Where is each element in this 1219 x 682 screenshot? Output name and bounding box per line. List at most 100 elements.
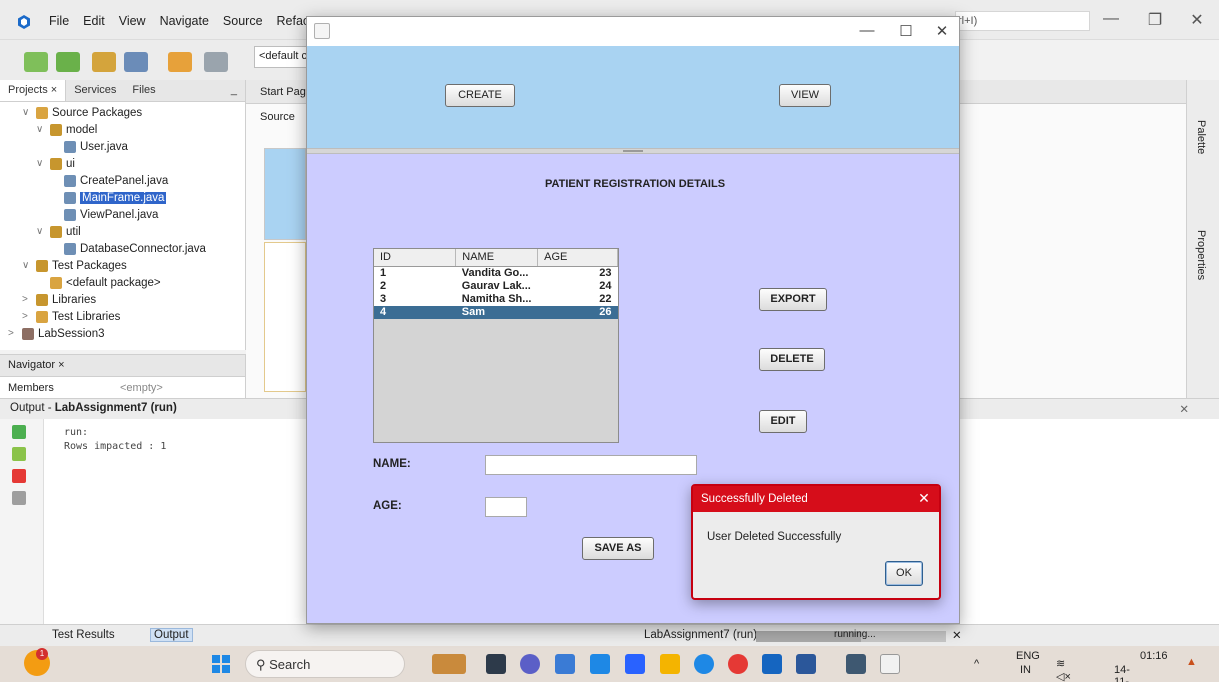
- edge-icon[interactable]: [694, 654, 714, 674]
- tree-item[interactable]: ∨ util: [36, 223, 81, 240]
- name-input[interactable]: [485, 455, 697, 475]
- tree-item[interactable]: ∨ Test Packages: [22, 257, 127, 274]
- tab-services[interactable]: Services: [66, 80, 124, 101]
- language-top[interactable]: ENG: [1016, 650, 1040, 662]
- netbeans-taskbar-icon[interactable]: [762, 654, 782, 674]
- taskbar-widget-icon[interactable]: [432, 654, 466, 674]
- panel-minimize[interactable]: _: [223, 80, 245, 101]
- taskbar-date[interactable]: 14-11-2023: [1114, 664, 1138, 682]
- edit-button[interactable]: EDIT: [759, 410, 807, 433]
- table-column-header[interactable]: AGE: [537, 249, 618, 267]
- ide-minimize-icon[interactable]: —: [1096, 10, 1126, 28]
- menu-source[interactable]: Source: [216, 14, 270, 28]
- tree-chevron-icon[interactable]: >: [22, 311, 32, 322]
- dialog-close-icon[interactable]: ✕: [915, 490, 933, 507]
- tree-item[interactable]: User.java: [50, 138, 128, 155]
- tray-chevron-icon[interactable]: ^: [974, 658, 979, 670]
- status-tab-output[interactable]: Output: [150, 628, 193, 642]
- store-icon[interactable]: [555, 654, 575, 674]
- ide-restore-icon[interactable]: ❐: [1140, 10, 1170, 30]
- tree-chevron-icon[interactable]: ∨: [36, 158, 46, 169]
- java-taskbar-icon[interactable]: [880, 654, 900, 674]
- palette-label[interactable]: Palette: [1195, 120, 1207, 154]
- navigator-title[interactable]: Navigator ×: [0, 355, 245, 377]
- app-l-icon[interactable]: [625, 654, 645, 674]
- new-file-icon[interactable]: [24, 52, 48, 72]
- tree-chevron-icon[interactable]: >: [8, 328, 18, 339]
- navigator-members[interactable]: Members: [8, 382, 54, 394]
- menu-navigate[interactable]: Navigate: [153, 14, 216, 28]
- vscode-icon[interactable]: [846, 654, 866, 674]
- stop-icon[interactable]: [12, 469, 26, 483]
- menu-file[interactable]: File: [42, 14, 76, 28]
- divider-grip[interactable]: [623, 150, 643, 152]
- table-row[interactable]: 3 Namitha Sh... 22: [374, 292, 618, 306]
- table-row[interactable]: 2 Gaurav Lak... 24: [374, 279, 618, 293]
- table-row[interactable]: 4 Sam 26: [374, 305, 618, 319]
- tree-chevron-icon[interactable]: ∨: [36, 124, 46, 135]
- tree-item[interactable]: ∨ ui: [36, 155, 75, 172]
- table-column-header[interactable]: ID: [374, 249, 457, 267]
- tab-start-page[interactable]: Start Pag: [260, 86, 306, 98]
- redo-icon[interactable]: [204, 52, 228, 72]
- word-icon[interactable]: [796, 654, 816, 674]
- undo-icon[interactable]: [168, 52, 192, 72]
- save-all-icon[interactable]: [124, 52, 148, 72]
- save-as-button[interactable]: SAVE AS: [582, 537, 654, 560]
- patient-table-scrollpane[interactable]: ID NAME AGE 1 Vandita Go... 23 2 Gaurav Lak...…: [373, 248, 619, 443]
- tree-item[interactable]: ∨ Source Packages: [22, 104, 142, 121]
- tree-item[interactable]: > LabSession3: [8, 325, 105, 342]
- task-view-icon[interactable]: [486, 654, 506, 674]
- tree-item[interactable]: CreatePanel.java: [50, 172, 168, 189]
- age-input[interactable]: [485, 497, 527, 517]
- notification-bell-icon[interactable]: ▲: [1186, 656, 1197, 668]
- view-button[interactable]: VIEW: [779, 84, 831, 107]
- config-combo[interactable]: <default c: [254, 46, 314, 68]
- create-button[interactable]: CREATE: [445, 84, 515, 107]
- meet-icon[interactable]: [520, 654, 540, 674]
- tree-chevron-icon[interactable]: ∨: [22, 260, 32, 271]
- tree-item[interactable]: MainFrame.java: [50, 189, 167, 206]
- wifi-sound-battery-icon[interactable]: ≋ ◁× ▭: [1056, 657, 1071, 682]
- delete-button[interactable]: DELETE: [759, 348, 825, 371]
- table-row[interactable]: 1 Vandita Go... 23: [374, 266, 618, 280]
- patient-table[interactable]: ID NAME AGE 1 Vandita Go... 23 2 Gaurav Lak...…: [374, 249, 618, 319]
- taskbar-search[interactable]: ⚲ Search: [245, 650, 405, 678]
- taskbar-time[interactable]: 01:16: [1140, 650, 1168, 662]
- dialog-ok-button[interactable]: OK: [885, 561, 923, 586]
- tab-source[interactable]: Source: [260, 111, 295, 123]
- status-tab-test-results[interactable]: Test Results: [52, 629, 115, 641]
- dialog-titlebar[interactable]: Successfully Deleted ✕: [693, 486, 939, 512]
- ide-search-input[interactable]: rl+I): [955, 11, 1090, 31]
- open-project-icon[interactable]: [92, 52, 116, 72]
- navigator-filter[interactable]: <empty>: [120, 382, 163, 394]
- tree-item[interactable]: DatabaseConnector.java: [50, 240, 206, 257]
- output-close-icon[interactable]: ✕: [1179, 402, 1189, 416]
- tree-item[interactable]: ViewPanel.java: [50, 206, 158, 223]
- menu-view[interactable]: View: [112, 14, 153, 28]
- tree-chevron-icon[interactable]: >: [22, 294, 32, 305]
- tree-item[interactable]: <default package>: [36, 274, 161, 291]
- file-explorer-icon[interactable]: [660, 654, 680, 674]
- table-column-header[interactable]: NAME: [455, 249, 539, 267]
- settings-icon[interactable]: [12, 491, 26, 505]
- tree-item[interactable]: > Test Libraries: [22, 308, 120, 325]
- app-maximize-icon[interactable]: ☐: [891, 22, 921, 40]
- language-bottom[interactable]: IN: [1020, 664, 1031, 676]
- windows-start-icon[interactable]: [212, 655, 230, 673]
- tree-item[interactable]: ∨ model: [36, 121, 97, 138]
- properties-label[interactable]: Properties: [1195, 230, 1207, 280]
- status-cancel-icon[interactable]: ✕: [952, 628, 962, 642]
- tree-chevron-icon[interactable]: ∨: [36, 226, 46, 237]
- tab-projects[interactable]: Projects ×: [0, 80, 67, 101]
- tab-files[interactable]: Files: [124, 80, 163, 101]
- ide-close-icon[interactable]: ✕: [1182, 10, 1212, 30]
- app-close-icon[interactable]: ✕: [927, 22, 957, 40]
- rerun-icon[interactable]: [12, 425, 26, 439]
- tree-chevron-icon[interactable]: ∨: [22, 107, 32, 118]
- rerun-with-args-icon[interactable]: [12, 447, 26, 461]
- tree-item[interactable]: > Libraries: [22, 291, 96, 308]
- menu-edit[interactable]: Edit: [76, 14, 112, 28]
- app-titlebar[interactable]: — ☐ ✕: [307, 17, 959, 46]
- new-project-icon[interactable]: [56, 52, 80, 72]
